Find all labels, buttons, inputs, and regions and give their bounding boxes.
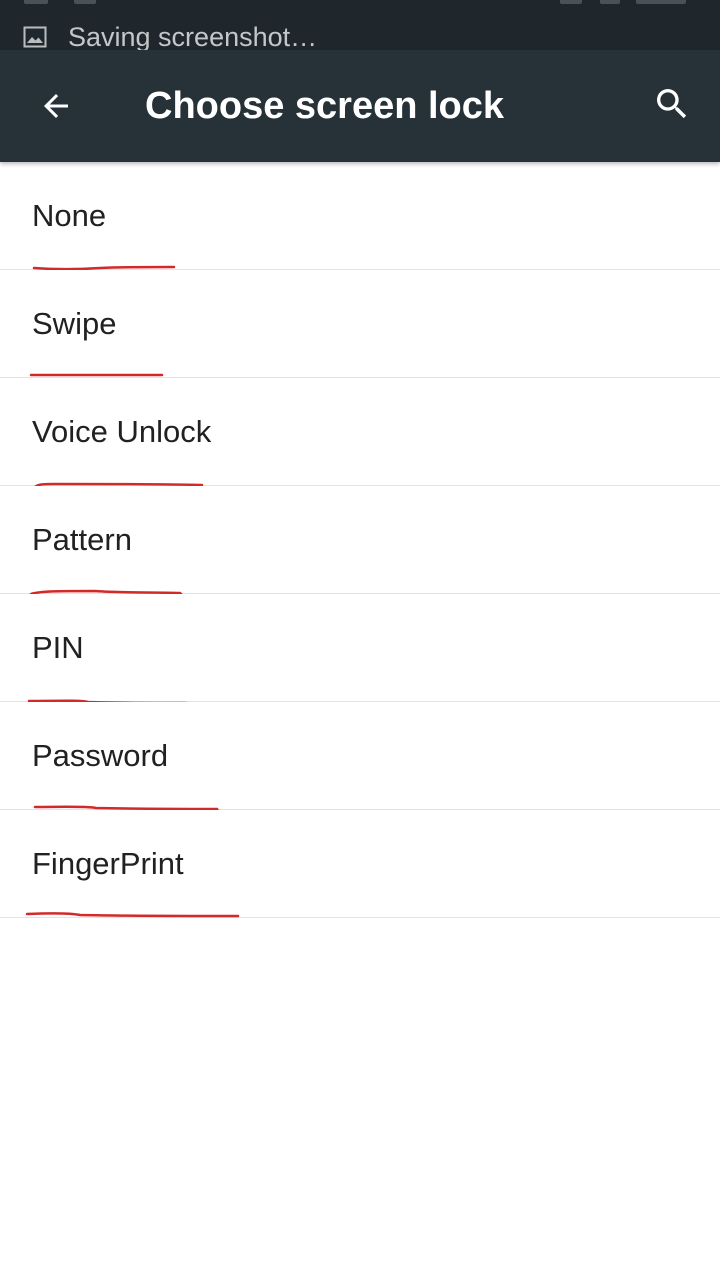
status-icon xyxy=(24,0,48,4)
option-label: FingerPrint xyxy=(32,846,184,881)
option-label: PIN xyxy=(32,630,84,665)
status-icon xyxy=(74,0,96,4)
option-pin[interactable]: PIN xyxy=(0,594,720,702)
back-button[interactable] xyxy=(26,78,86,138)
image-icon xyxy=(23,25,47,49)
option-label: None xyxy=(32,198,107,233)
option-swipe[interactable]: Swipe xyxy=(0,270,720,378)
status-icon xyxy=(600,0,620,4)
screen-lock-options-list: None Swipe Voice Unlock Pattern PIN Pass… xyxy=(0,162,720,918)
page-title: Choose screen lock xyxy=(145,85,505,127)
red-underline-annotation xyxy=(32,265,176,270)
app-bar: Choose screen lock xyxy=(0,50,720,162)
option-password[interactable]: Password xyxy=(0,702,720,810)
option-voice-unlock[interactable]: Voice Unlock xyxy=(0,378,720,486)
screen: Saving screenshot… Choose screen lock No… xyxy=(0,0,720,1280)
option-fingerprint[interactable]: FingerPrint xyxy=(0,810,720,918)
status-bar: Saving screenshot… xyxy=(0,0,720,52)
option-label: Voice Unlock xyxy=(32,414,212,449)
notification-text: Saving screenshot… xyxy=(68,22,318,52)
status-icon xyxy=(560,0,582,4)
option-label: Password xyxy=(32,738,169,773)
option-none[interactable]: None xyxy=(0,162,720,270)
option-label: Swipe xyxy=(32,306,117,341)
arrow-back-icon xyxy=(38,88,74,129)
option-label: Pattern xyxy=(32,522,132,557)
status-clock xyxy=(636,0,686,4)
option-pattern[interactable]: Pattern xyxy=(0,486,720,594)
search-icon xyxy=(652,84,692,129)
search-button[interactable] xyxy=(640,74,704,138)
red-underline-annotation xyxy=(27,699,187,702)
